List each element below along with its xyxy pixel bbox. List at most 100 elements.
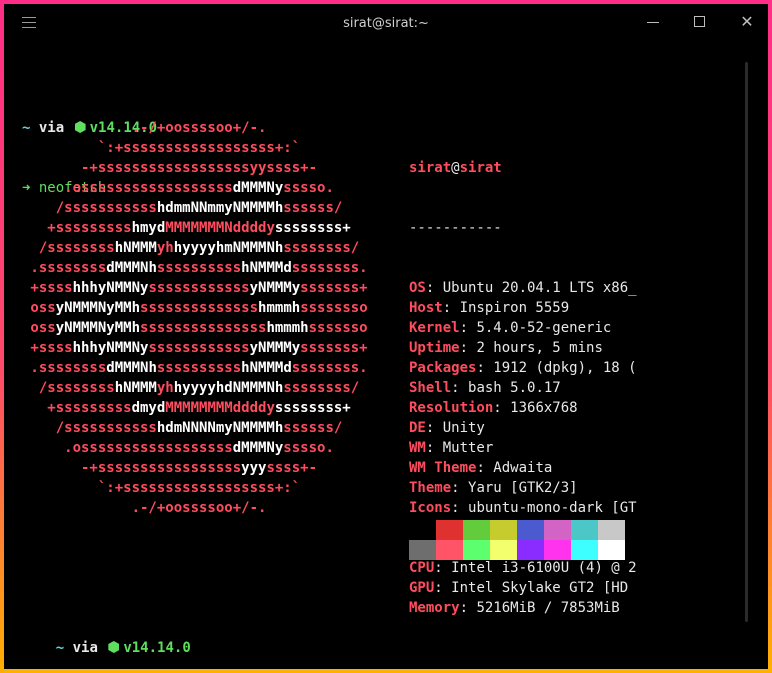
color-swatch [571,520,598,540]
close-icon[interactable]: ✕ [737,12,757,32]
logo-segment: `:+ssssssssssssssssss+:` [22,140,301,156]
info-key: Resolution [409,400,494,416]
logo-segment: hhhyNMMNy [72,280,149,296]
logo-segment: hhhyNMMNy [72,340,149,356]
logo-segment: hNMMM [114,240,157,256]
color-swatch [544,520,571,540]
logo-segment: .ssssssss [22,360,107,376]
logo-segment: ssssssss+ [274,220,351,236]
logo-line: `:+ssssssssssssssssss+:` [22,478,368,498]
info-key: WM Theme [409,460,477,476]
info-user: sirat [409,160,452,176]
logo-segment: ssssssss. [291,260,368,276]
color-swatch [436,540,463,560]
logo-segment: oss [22,300,56,316]
logo-segment: ssssssso [300,300,368,316]
info-key: Theme [409,480,452,496]
info-row: Packages: 1912 (dpkg), 18 ( [409,360,637,376]
info-key: Uptime [409,340,460,356]
logo-segment: .ossssssssssssssssss [22,180,233,196]
logo-line: .-/+oossssoo+/-. [22,118,368,138]
logo-segment: sssssss+ [300,280,368,296]
logo-segment: /sssssssssss [22,420,157,436]
logo-line: .ssssssssdMMMNhsssssssssshNMMMdssssssss. [22,258,368,278]
logo-segment: -+sssssssssssssssss [22,460,242,476]
color-swatch [409,540,436,560]
system-info-panel: sirat@sirat ----------- OS: Ubuntu 20.04… [409,118,637,658]
logo-segment: ssssssssss [156,260,242,276]
info-key: GPU [409,580,435,596]
minimize-icon[interactable] [643,12,663,32]
maximize-icon[interactable] [690,12,710,32]
info-value: Inspiron 5559 [459,300,570,316]
color-swatch [517,520,544,540]
info-row: Kernel: 5.4.0-52-generic [409,320,612,336]
ubuntu-ascii-logo: .-/+oossssoo+/-. `:+ssssssssssssssssss+:… [22,118,368,518]
info-key: Packages [409,360,477,376]
info-value: 5216MiB / 7853MiB [476,600,620,616]
logo-segment: hmmmh [266,320,309,336]
logo-segment: ssssssss/ [283,240,360,256]
logo-segment: +ssss [22,340,73,356]
logo-line: /ssssssssssshdmNNNNmyNMMMMhssssss/ [22,418,368,438]
logo-segment: yNMMMNyMMh [55,320,141,336]
logo-segment: hmmmh [258,300,301,316]
info-key: Shell [409,380,452,396]
color-swatch [436,520,463,540]
logo-segment: ssssssss. [291,360,368,376]
info-value: Intel Skylake GT2 [HD [451,580,629,596]
logo-segment: dMMMNh [106,360,157,376]
logo-segment: +ssss [22,280,73,296]
info-key: Host [409,300,443,316]
logo-segment: dMMMNy [232,180,284,196]
logo-segment: dmyd [131,400,166,416]
title-bar: sirat@sirat:~ ✕ [4,4,768,44]
logo-line: /sssssssshNMMMyhhyyyyhdNMMMNhssssssss/ [22,378,368,398]
scrollbar[interactable] [745,62,748,622]
info-row: OS: Ubuntu 20.04.1 LTS x86_ [409,280,637,296]
logo-segment: dMMMNh [106,260,157,276]
logo-segment: /ssssssss [22,240,115,256]
info-row: Shell: bash 5.0.17 [409,380,561,396]
info-value: 2 hours, 5 mins [476,340,603,356]
logo-segment: yNMMMy [249,280,301,296]
logo-line: `:+ssssssssssssssssss+:` [22,138,368,158]
info-value: 5.4.0-52-generic [476,320,612,336]
terminal-prompt-bottom[interactable]: ~ via v14.14.0 [22,618,191,669]
logo-segment: hNMMMd [241,360,292,376]
info-key: DE [409,420,426,436]
logo-segment: sssssssssssssss [140,320,267,336]
info-row: DE: Unity [409,420,485,436]
color-swatch [463,520,490,540]
logo-segment: yNMMMy [249,340,301,356]
logo-segment: dMMMNy [232,440,284,456]
logo-line: .ossssssssssssssssssdMMMNysssso. [22,438,368,458]
info-row: Uptime: 2 hours, 5 mins [409,340,603,356]
logo-segment: ssssss/ [283,420,343,436]
prompt-via: via [72,640,98,656]
logo-segment: .-/+oossssoo+/-. [22,120,267,136]
logo-segment: sssso. [283,440,334,456]
logo-segment: .ossssssssssssssssss [22,440,233,456]
color-swatch [517,540,544,560]
info-host: sirat [459,160,502,176]
color-swatch [544,540,571,560]
palette-row-bright [409,540,625,560]
logo-segment: hNMMMd [241,260,292,276]
logo-segment: ssss+- [266,460,318,476]
info-value: bash 5.0.17 [468,380,561,396]
logo-segment: sssso. [283,180,334,196]
info-key: CPU [409,560,435,576]
logo-line: -+ssssssssssssssssssyyssss+- [22,158,368,178]
logo-segment: ssssssssssss [148,340,250,356]
logo-segment: /sssssssssss [22,200,157,216]
logo-segment: yh [156,240,174,256]
logo-segment: .ssssssss [22,260,107,276]
info-row: Resolution: 1366x768 [409,400,578,416]
info-value: Adwaita [493,460,553,476]
logo-segment: ssssssssss [156,360,242,376]
info-value: 1912 (dpkg), 18 ( [493,360,637,376]
color-swatch [463,540,490,560]
color-swatch [409,520,436,540]
info-value: Ubuntu 20.04.1 LTS x86_ [442,280,637,296]
